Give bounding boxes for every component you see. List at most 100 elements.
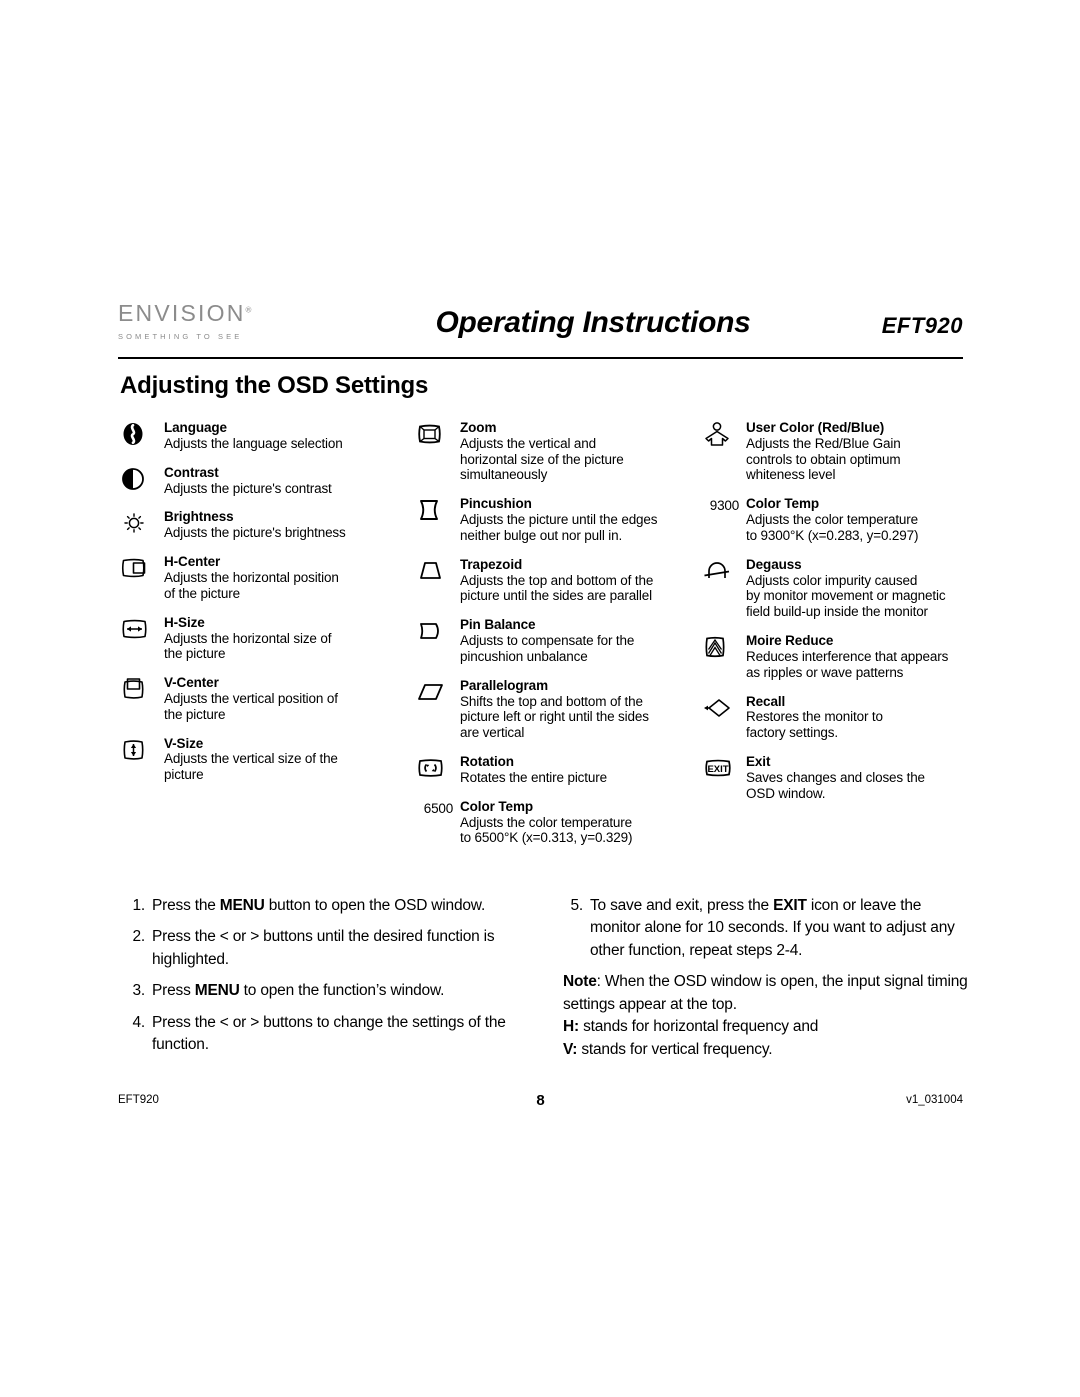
- osd-entry-title: V-Size: [164, 735, 204, 751]
- osd-entry-body: Language Adjusts the language selection: [164, 420, 410, 452]
- osd-entry: Contrast Adjusts the picture's contrast: [120, 465, 410, 497]
- note-line-h: H: stands for horizontal frequency and: [563, 1016, 973, 1038]
- osd-column-3: User Color (Red/Blue) Adjusts the Red/Blu…: [702, 420, 980, 814]
- v-label: V:: [563, 1040, 578, 1058]
- osd-entry-description: Adjusts the language selection: [164, 435, 343, 451]
- osd-entry: Zoom Adjusts the vertical and horizontal …: [416, 420, 701, 483]
- v-text: stands for vertical frequency.: [577, 1040, 773, 1058]
- osd-column-1: Language Adjusts the language selection Co…: [120, 420, 410, 796]
- osd-entry-description: Adjusts the vertical and horizontal size…: [460, 435, 624, 483]
- logo-text: ENVISION: [118, 300, 246, 326]
- osd-entry-body: Contrast Adjusts the picture's contrast: [164, 465, 410, 497]
- step-number: 1.: [132, 897, 145, 914]
- osd-entry-description: Adjusts the picture until the edges neit…: [460, 512, 658, 543]
- osd-entry-body: Degauss Adjusts color impurity caused by …: [746, 557, 980, 620]
- osd-entry-title: Degauss: [746, 556, 802, 572]
- osd-entry-body: Rotation Rotates the entire picture: [460, 754, 701, 786]
- header-divider: [118, 357, 963, 359]
- osd-entry-body: V-Center Adjusts the vertical position of…: [164, 675, 410, 722]
- osd-entry: Pincushion Adjusts the picture until the …: [416, 496, 701, 543]
- svg-text:EXIT: EXIT: [707, 764, 728, 775]
- osd-entry-description: Adjusts the picture's brightness: [164, 525, 346, 541]
- osd-entry: 6500 Color Temp Adjusts the color temperat…: [416, 799, 701, 846]
- v-size-icon: [120, 737, 154, 763]
- step-text: Press the < or > buttons to change the s…: [152, 1013, 506, 1054]
- footer-version: v1_031004: [906, 1094, 963, 1106]
- osd-entry-description: Reduces interference that appears as rip…: [746, 648, 949, 680]
- section-title: Adjusting the OSD Settings: [120, 372, 429, 399]
- pincushion-icon: [416, 497, 450, 523]
- osd-entry-description: Adjusts the Red/Blue Gain controls to ob…: [746, 435, 901, 483]
- osd-entry: Recall Restores the monitor to factory se…: [702, 694, 980, 741]
- step-emphasis: MENU: [219, 897, 265, 914]
- step-text: Press MENU to open the function’s window…: [152, 982, 445, 1000]
- osd-entry-body: Zoom Adjusts the vertical and horizontal …: [460, 420, 701, 483]
- parallelogram-icon: [416, 679, 450, 705]
- osd-column-2: Zoom Adjusts the vertical and horizontal …: [416, 420, 701, 859]
- osd-entry-title: Recall: [746, 693, 786, 709]
- language-icon: [120, 421, 154, 447]
- color-temp-6500-label: 6500: [423, 800, 453, 816]
- osd-entry-body: Brightness Adjusts the picture's brightne…: [164, 509, 410, 541]
- note-text: : When the OSD window is open, the input…: [563, 973, 968, 1013]
- osd-entry-title: Language: [164, 420, 227, 435]
- moire-reduce-icon: [702, 634, 736, 660]
- osd-entry-title: Pin Balance: [460, 617, 536, 633]
- instruction-step: 3. Press MENU to open the function’s wind…: [125, 980, 540, 1002]
- osd-entry: H-Size Adjusts the horizontal size of the…: [120, 615, 410, 662]
- step-emphasis: EXIT: [773, 897, 807, 914]
- h-label: H:: [563, 1018, 579, 1036]
- osd-entry-title: Exit: [746, 753, 771, 769]
- note-block: Note: When the OSD window is open, the i…: [563, 971, 973, 1061]
- osd-entry: Degauss Adjusts color impurity caused by …: [702, 557, 980, 620]
- instruction-steps-left: 1. Press the MENU button to open the OSD …: [125, 895, 540, 1066]
- h-size-icon: [120, 616, 154, 642]
- osd-entry-title: Moire Reduce: [746, 633, 834, 649]
- brightness-icon: [120, 510, 154, 536]
- model-number: EFT920: [881, 313, 963, 338]
- zoom-icon: [416, 421, 450, 447]
- logo-wordmark: ENVISION®: [118, 302, 278, 325]
- v-center-icon: [120, 676, 154, 702]
- contrast-icon: [120, 466, 154, 492]
- osd-entry-title: Color Temp: [460, 798, 533, 814]
- instruction-steps-right: 5. To save and exit, press the EXIT icon …: [563, 895, 973, 1061]
- osd-entry: Trapezoid Adjusts the top and bottom of t…: [416, 557, 701, 604]
- page-footer: EFT920 8 v1_031004: [118, 1092, 963, 1114]
- osd-entry-title: Pincushion: [460, 496, 532, 512]
- step-text: To save and exit, press the EXIT icon or…: [590, 897, 955, 959]
- document-page: ENVISION® SOMETHING TO SEE Operating Ins…: [0, 0, 1080, 1397]
- step-emphasis: MENU: [194, 982, 240, 1000]
- instruction-step: 5. To save and exit, press the EXIT icon …: [563, 895, 973, 962]
- page-number: 8: [536, 1092, 545, 1109]
- osd-entry-title: Brightness: [164, 509, 234, 525]
- step-text: Press the < or > buttons until the desir…: [152, 928, 495, 968]
- osd-entry: Brightness Adjusts the picture's brightne…: [120, 509, 410, 541]
- rotation-icon: [416, 755, 450, 781]
- osd-entry-description: Adjusts the horizontal position of the p…: [164, 570, 339, 601]
- osd-entry-body: H-Size Adjusts the horizontal size of the…: [164, 615, 410, 662]
- step-number: 2.: [132, 928, 145, 946]
- step-number: 3.: [132, 982, 145, 1000]
- osd-entry-description: Adjusts the color temperature to 9300°K …: [746, 512, 919, 543]
- h-center-icon: [120, 555, 154, 581]
- logo-tagline: SOMETHING TO SEE: [118, 332, 243, 341]
- osd-entry-body: Parallelogram Shifts the top and bottom o…: [460, 678, 701, 741]
- osd-entry: Moire Reduce Reduces interference that ap…: [702, 633, 980, 680]
- osd-entry-description: Adjusts the picture's contrast: [164, 480, 332, 496]
- trapezoid-icon: [416, 558, 450, 584]
- osd-entry: 9300 Color Temp Adjusts the color temperat…: [702, 496, 980, 543]
- osd-entry-description: Adjusts the top and bottom of the pictur…: [460, 572, 654, 604]
- osd-entry-body: Color Temp Adjusts the color temperature …: [460, 799, 701, 846]
- osd-entry-title: Contrast: [164, 464, 219, 480]
- user-color-icon: [702, 421, 736, 447]
- osd-entry-description: Restores the monitor to factory settings…: [746, 709, 883, 741]
- osd-entry-title: Color Temp: [746, 496, 819, 512]
- envision-logo: ENVISION® SOMETHING TO SEE: [118, 302, 278, 342]
- osd-entry-title: H-Center: [164, 554, 221, 570]
- osd-entry-description: Saves changes and closes the OSD window.: [746, 769, 925, 801]
- page-header: ENVISION® SOMETHING TO SEE Operating Ins…: [118, 300, 963, 352]
- exit-icon: EXIT: [702, 755, 736, 781]
- osd-entry-description: Adjusts the color temperature to 6500°K …: [460, 814, 633, 846]
- instruction-step: 1. Press the MENU button to open the OSD …: [125, 895, 540, 917]
